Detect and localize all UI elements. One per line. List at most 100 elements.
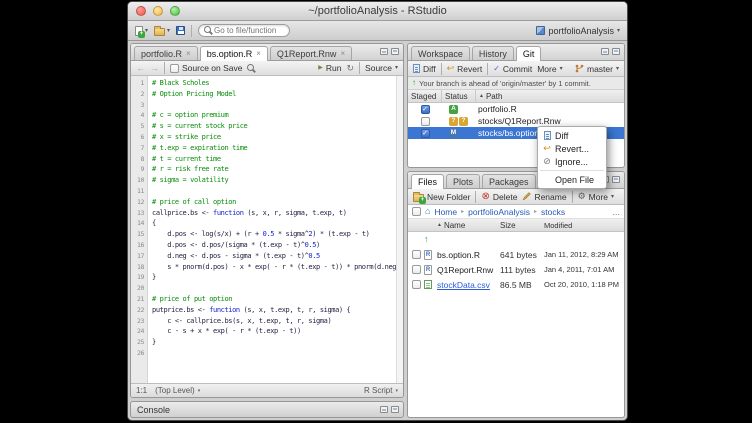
staged-checkbox[interactable]: ✓ [421,105,430,114]
zoom-window-button[interactable] [170,6,180,16]
file-size: 641 bytes [500,250,544,260]
code-editor[interactable]: 1234567891011121314151617181920212223242… [131,76,403,383]
rename-pencil-icon [522,192,531,201]
parent-directory-row[interactable]: ↑ [408,232,624,247]
editor-scrollbar[interactable] [396,76,403,383]
minimize-pane-icon[interactable] [601,48,609,55]
git-branch-status: ↑ Your branch is ahead of 'origin/master… [408,77,624,90]
csv-file-icon [424,280,432,289]
new-folder-button[interactable]: + New Folder [413,192,470,202]
context-menu-diff[interactable]: Diff [538,129,606,142]
context-menu-open-file[interactable]: Open File [538,173,606,186]
file-row-q1report[interactable]: ✓ R Q1Report.Rnw 111 bytes Jan 4, 2011, … [408,262,624,277]
file-modified: Jan 11, 2012, 8:29 AM [544,250,624,259]
git-more-button[interactable]: More ▾ [537,64,562,74]
column-status[interactable]: Status [442,90,476,102]
breadcrumb-home[interactable]: Home [434,207,457,217]
editor-statusbar: 1:1 (Top Level) ▾ R Script ▾ [131,383,403,397]
diff-button[interactable]: Diff [413,64,436,74]
tab-q1report-rnw[interactable]: Q1Report.Rnw × [270,46,352,60]
column-staged[interactable]: Staged [408,90,442,102]
maximize-pane-icon[interactable] [612,176,620,183]
back-icon[interactable]: ← [136,64,145,73]
rename-button[interactable]: Rename [522,192,566,202]
main-toolbar: + ▾ ▾ portfolioAnalysis ▾ [128,21,627,41]
file-size: 86.5 MB [500,280,544,290]
breadcrumb-stocks[interactable]: stocks [541,207,565,217]
branch-selector[interactable]: master ▾ [575,64,619,74]
staged-checkbox[interactable]: ✓ [421,129,430,138]
breadcrumb-portfolioanalysis[interactable]: portfolioAnalysis [468,207,530,217]
rerun-icon[interactable]: ↻ [347,64,355,73]
file-type-selector[interactable]: R Script ▾ [364,386,398,395]
file-name-link[interactable]: bs.option.R [437,250,500,260]
file-name-link[interactable]: stockData.csv [437,280,500,290]
window-titlebar[interactable]: ~/portfolioAnalysis - RStudio [128,2,627,21]
search-input[interactable] [214,26,284,35]
file-checkbox[interactable]: ✓ [412,280,421,289]
minimize-window-button[interactable] [153,6,163,16]
tab-workspace[interactable]: Workspace [411,46,470,60]
close-window-button[interactable] [136,6,146,16]
revert-button[interactable]: ↩ Revert [447,64,483,74]
delete-button[interactable]: ⊗ Delete [481,192,517,202]
maximize-pane-icon[interactable] [391,48,399,55]
chevron-down-icon: ▾ [395,388,398,394]
file-name-link[interactable]: Q1Report.Rnw [437,265,500,275]
file-row-bs-option[interactable]: ✓ R bs.option.R 641 bytes Jan 11, 2012, … [408,247,624,262]
breadcrumb-more-button[interactable]: ... [612,207,620,217]
file-row-stockdata[interactable]: ✓ stockData.csv 86.5 MB Oct 20, 2010, 1:… [408,277,624,292]
context-menu-revert[interactable]: ↩ Revert... [538,142,606,155]
console-pane-collapsed[interactable]: Console [130,401,404,418]
column-path[interactable]: ▲ Path [476,90,624,102]
find-replace-icon[interactable] [247,64,256,73]
git-row-portfolio[interactable]: ✓ A portfolio.R [408,103,624,115]
chevron-down-icon: ▾ [617,28,620,34]
arrow-up-icon: ↑ [412,79,416,87]
tab-git[interactable]: Git [516,46,542,61]
scope-selector[interactable]: (Top Level) ▾ [155,386,200,395]
tab-bs-option-r[interactable]: bs.option.R × [200,46,268,61]
context-menu-ignore[interactable]: ⊘ Ignore... [538,155,606,168]
source-on-save-checkbox[interactable]: ✓ [170,64,179,73]
rstudio-window: ~/portfolioAnalysis - RStudio + ▾ ▾ [127,1,628,421]
tab-history[interactable]: History [472,46,514,60]
forward-icon[interactable]: → [150,64,159,73]
source-pane: portfolio.R × bs.option.R × Q1Report.Rnw… [130,43,404,398]
tab-portfolio-r[interactable]: portfolio.R × [134,46,198,60]
tab-plots[interactable]: Plots [446,174,480,188]
open-file-button[interactable]: ▾ [154,26,170,36]
minimize-pane-icon[interactable] [380,406,388,413]
minimize-pane-icon[interactable] [380,48,388,55]
tab-packages[interactable]: Packages [482,174,536,188]
window-title: ~/portfolioAnalysis - RStudio [308,5,446,17]
file-checkbox[interactable]: ✓ [412,265,421,274]
source-on-save-toggle[interactable]: ✓ Source on Save [170,63,242,73]
maximize-pane-icon[interactable] [612,48,620,55]
source-button[interactable]: Source ▾ [365,63,398,73]
select-all-checkbox[interactable]: ✓ [412,207,421,216]
close-icon[interactable]: × [186,50,191,58]
run-button[interactable]: ▶ Run [318,63,341,73]
close-icon[interactable]: × [340,50,345,58]
parent-directory-icon[interactable]: ↑ [424,235,429,244]
file-checkbox[interactable]: ✓ [412,250,421,259]
sort-asc-icon: ▲ [479,93,484,99]
project-menu-button[interactable]: portfolioAnalysis ▾ [536,26,620,36]
close-icon[interactable]: × [256,50,261,58]
column-modified[interactable]: Modified [544,221,624,230]
sort-asc-icon: ▲ [437,222,442,228]
column-name[interactable]: ▲ Name [437,221,500,230]
files-more-button[interactable]: ⚙ More ▾ [578,192,614,202]
new-file-button[interactable]: + ▾ [135,26,148,36]
goto-file-searchbox[interactable] [198,24,290,37]
commit-button[interactable]: ✓ Commit [493,64,532,74]
git-status-modified-icon: M [449,129,458,138]
save-button[interactable] [176,26,185,35]
staged-checkbox[interactable]: ✓ [421,117,430,126]
tab-files[interactable]: Files [411,174,444,189]
delete-icon: ⊗ [481,192,489,202]
maximize-pane-icon[interactable] [391,406,399,413]
column-size[interactable]: Size [500,221,544,230]
editor-code[interactable]: # Black Scholes# Option Pricing Model # … [148,76,396,383]
